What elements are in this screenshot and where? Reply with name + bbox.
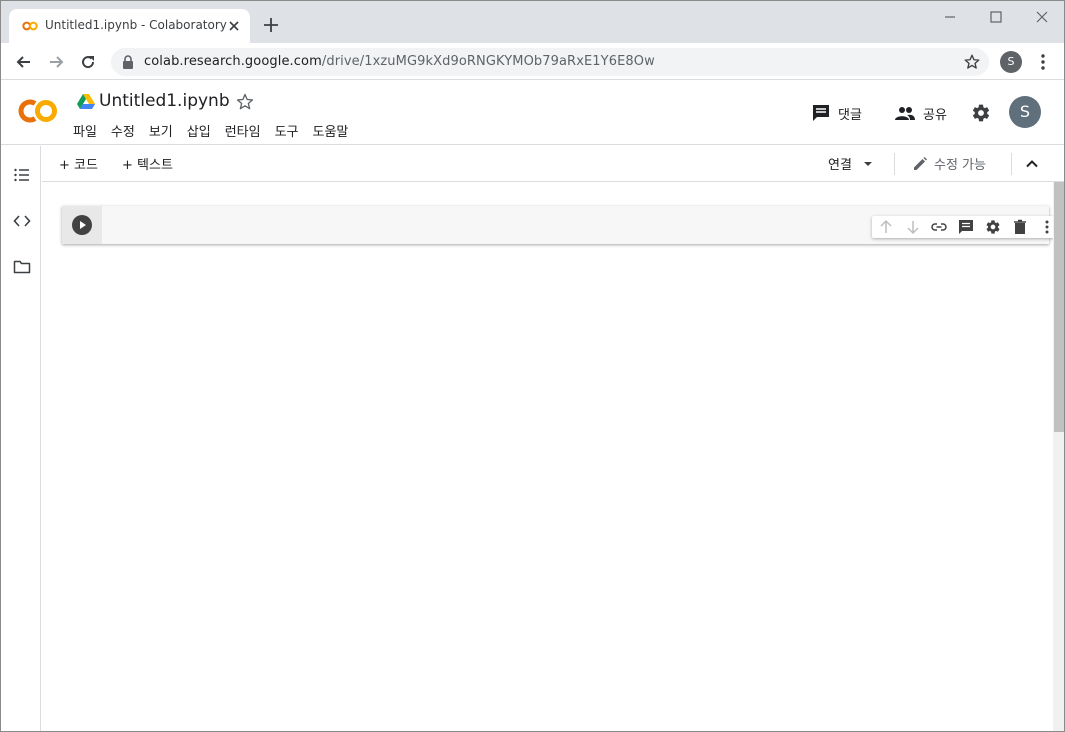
close-tab-icon[interactable] bbox=[226, 18, 242, 34]
bookmark-star-icon[interactable] bbox=[963, 53, 981, 71]
star-icon[interactable] bbox=[235, 92, 255, 112]
colab-logo-icon[interactable] bbox=[16, 98, 58, 124]
menu-runtime[interactable]: 런타임 bbox=[225, 121, 261, 140]
gear-icon[interactable] bbox=[971, 103, 991, 123]
colab-header: Untitled1.ipynb 파일 수정 보기 삽입 런타임 도구 도움말 댓… bbox=[1, 81, 1064, 145]
menu-bar: 파일 수정 보기 삽입 런타임 도구 도움말 bbox=[73, 121, 362, 140]
browser-tab-active[interactable]: Untitled1.ipynb - Colaboratory bbox=[9, 9, 250, 43]
url-path: /drive/1xzuMG9kXd9oRNGKYMOb79aRxE1Y6E8Ow bbox=[321, 54, 655, 69]
code-cell[interactable] bbox=[62, 206, 1061, 244]
account-avatar[interactable]: S bbox=[1009, 96, 1041, 128]
menu-view[interactable]: 보기 bbox=[149, 121, 173, 140]
toolbar-divider-2 bbox=[1011, 153, 1012, 175]
more-vert-icon[interactable] bbox=[1035, 53, 1051, 71]
comment-icon bbox=[813, 105, 829, 121]
notebook-area bbox=[42, 182, 1061, 731]
close-window-icon[interactable] bbox=[1032, 7, 1052, 27]
edit-mode-indicator[interactable]: 수정 가능 bbox=[912, 154, 986, 173]
dropdown-arrow-icon[interactable] bbox=[862, 158, 874, 170]
cell-gutter bbox=[62, 206, 102, 244]
edit-mode-label: 수정 가능 bbox=[934, 158, 986, 173]
folder-icon[interactable] bbox=[13, 258, 31, 276]
table-of-contents-icon[interactable] bbox=[13, 166, 31, 184]
link-icon[interactable] bbox=[931, 219, 947, 235]
forward-arrow-icon[interactable] bbox=[46, 52, 66, 72]
add-text-button[interactable]: + 텍스트 bbox=[122, 154, 173, 173]
share-label: 공유 bbox=[923, 107, 947, 123]
comments-label: 댓글 bbox=[838, 107, 862, 123]
cell-toolbar bbox=[872, 216, 1061, 238]
minimize-icon[interactable] bbox=[940, 7, 960, 27]
browser-toolbar: colab.research.google.com/drive/1xzuMG9k… bbox=[1, 43, 1064, 80]
url-text: colab.research.google.com/drive/1xzuMG9k… bbox=[144, 54, 655, 69]
run-cell-icon[interactable] bbox=[72, 215, 92, 235]
browser-window: Untitled1.ipynb - Colaboratory colab.res… bbox=[0, 0, 1065, 732]
comments-button[interactable]: 댓글 bbox=[812, 103, 862, 123]
people-icon bbox=[895, 107, 915, 120]
move-down-icon[interactable] bbox=[905, 219, 921, 235]
colab-favicon-icon bbox=[22, 21, 38, 31]
gear-icon[interactable] bbox=[985, 219, 1001, 235]
new-tab-icon[interactable] bbox=[262, 16, 280, 34]
connect-label: 연결 bbox=[828, 158, 852, 173]
menu-edit[interactable]: 수정 bbox=[111, 121, 135, 140]
menu-file[interactable]: 파일 bbox=[73, 121, 97, 140]
share-button[interactable]: 공유 bbox=[895, 103, 947, 123]
notebook-scrollbar[interactable] bbox=[1053, 182, 1064, 731]
tab-strip: Untitled1.ipynb - Colaboratory bbox=[1, 1, 1064, 43]
left-sidebar bbox=[1, 146, 41, 731]
scrollbar-thumb[interactable] bbox=[1054, 182, 1064, 432]
back-arrow-icon[interactable] bbox=[14, 52, 34, 72]
toolbar-divider bbox=[894, 153, 895, 175]
tab-title: Untitled1.ipynb - Colaboratory bbox=[45, 18, 227, 32]
menu-tools[interactable]: 도구 bbox=[275, 121, 299, 140]
address-bar[interactable]: colab.research.google.com/drive/1xzuMG9k… bbox=[111, 48, 989, 76]
pencil-icon bbox=[914, 156, 927, 170]
notebook-title[interactable]: Untitled1.ipynb bbox=[99, 91, 230, 111]
reload-icon[interactable] bbox=[78, 52, 98, 72]
code-snippets-icon[interactable] bbox=[13, 212, 31, 230]
maximize-icon[interactable] bbox=[986, 7, 1006, 27]
url-host: colab.research.google.com bbox=[144, 54, 322, 69]
collapse-header-icon[interactable] bbox=[1024, 156, 1040, 172]
browser-profile-avatar[interactable]: S bbox=[1000, 51, 1022, 73]
lock-icon bbox=[123, 55, 133, 69]
google-drive-icon bbox=[77, 94, 95, 109]
move-up-icon[interactable] bbox=[878, 219, 894, 235]
connect-button[interactable]: 연결 bbox=[828, 154, 874, 173]
notebook-toolbar: + 코드 + 텍스트 연결 수정 가능 bbox=[42, 146, 1064, 182]
menu-insert[interactable]: 삽입 bbox=[187, 121, 211, 140]
menu-help[interactable]: 도움말 bbox=[313, 121, 349, 140]
comment-icon[interactable] bbox=[958, 219, 974, 235]
trash-icon[interactable] bbox=[1012, 219, 1028, 235]
add-code-button[interactable]: + 코드 bbox=[59, 154, 98, 173]
